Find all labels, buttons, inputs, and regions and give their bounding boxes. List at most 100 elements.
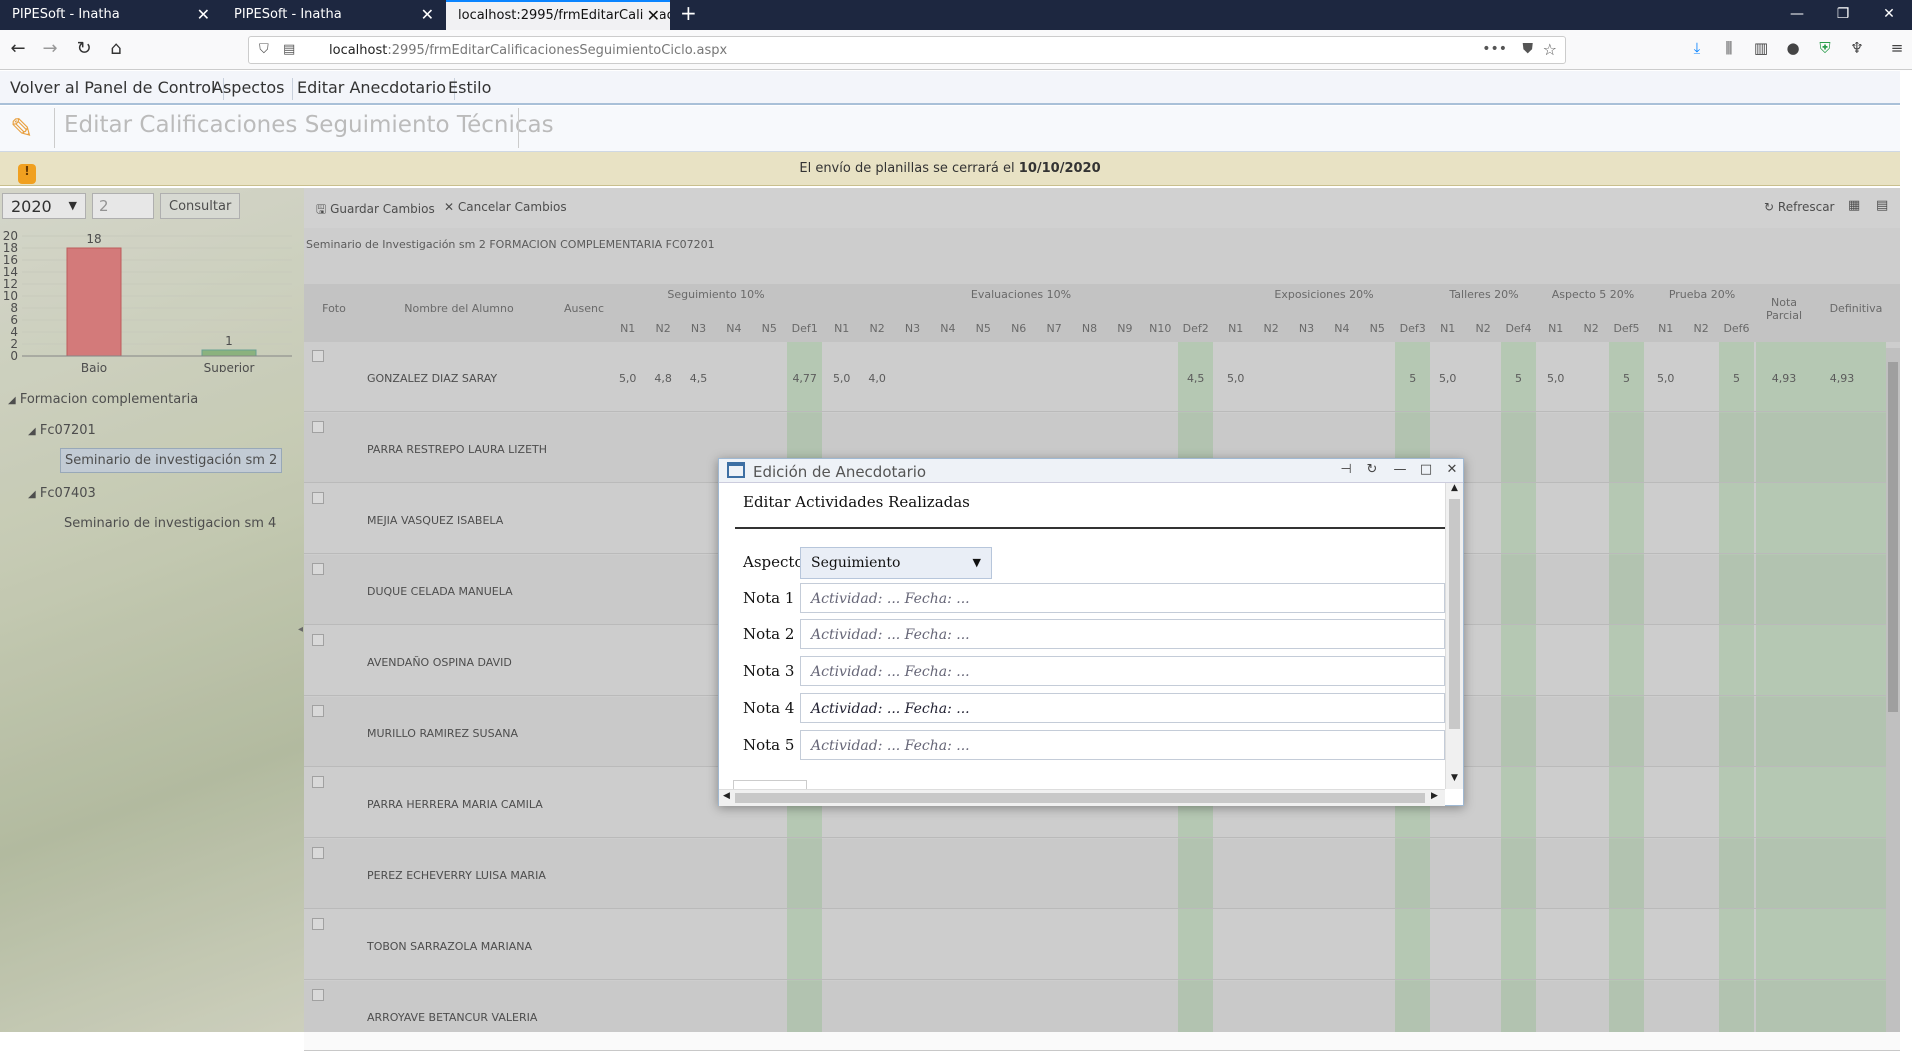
url-bar[interactable]: ⛉ ▤ localhost:2995/frmEditarCalificacion… xyxy=(248,36,1566,64)
grade-cell[interactable]: 5,0 xyxy=(1218,372,1253,385)
grade-cell[interactable]: 4,77 xyxy=(787,372,822,385)
close-window-icon[interactable]: ✕ xyxy=(1866,0,1912,28)
grade-cell[interactable]: 5,0 xyxy=(1538,372,1573,385)
save-changes-button[interactable]: 🖫 Guardar Cambios xyxy=(316,200,435,221)
tree-group-fc07403[interactable]: ◢ Fc07403 xyxy=(28,486,96,501)
browser-tab-active[interactable]: localhost:2995/frmEditarCalificacion ✕ xyxy=(446,0,670,30)
tree-root[interactable]: ◢ Formacion complementaria xyxy=(8,392,198,407)
menu-editar-anecdotario[interactable]: Editar Anecdotario xyxy=(289,78,456,100)
dialog-button-stub[interactable] xyxy=(733,780,807,789)
scroll-up-icon[interactable]: ▲ xyxy=(1446,483,1463,493)
dialog-vscroll-thumb[interactable] xyxy=(1449,499,1460,729)
grade-cell[interactable]: 5,0 xyxy=(1648,372,1683,385)
subheader-def4: Def4 xyxy=(1505,322,1532,335)
left-panel: 2020 ▼ 2 Consultar 20 18 16 14 12 10 8 6 4 2 0 18 Baj… xyxy=(0,188,304,1032)
grid-scrollbar[interactable] xyxy=(1886,348,1900,1032)
dialog-vscroll[interactable]: ▲ ▼ xyxy=(1445,483,1463,789)
grade-cell[interactable]: 5,0 xyxy=(1430,372,1465,385)
student-photo xyxy=(312,350,324,362)
dialog-hscroll-thumb[interactable] xyxy=(735,793,1425,803)
consultar-button[interactable]: Consultar xyxy=(160,193,240,219)
grade-cell[interactable]: 5 xyxy=(1501,372,1536,385)
close-icon[interactable]: ✕ xyxy=(421,0,434,30)
tree-expand-icon[interactable]: ◢ xyxy=(28,489,36,500)
year-select[interactable]: 2020 ▼ xyxy=(2,193,86,219)
sidebar-icon[interactable]: ▥ xyxy=(1750,39,1772,57)
restore-icon[interactable]: ❐ xyxy=(1820,0,1866,28)
tree-expand-icon[interactable]: ◢ xyxy=(28,426,36,437)
grade-cell[interactable]: 5,0 xyxy=(824,372,859,385)
collapse-handle-icon[interactable]: ◂ xyxy=(298,624,303,635)
minimize-icon[interactable]: — xyxy=(1391,462,1409,477)
scroll-down-icon[interactable]: ▼ xyxy=(1446,773,1463,783)
scroll-left-icon[interactable]: ◀ xyxy=(723,791,730,801)
close-icon[interactable]: ✕ xyxy=(1443,462,1461,477)
maximize-icon[interactable]: □ xyxy=(1417,462,1435,477)
table-row[interactable]: PEREZ ECHEVERRY LUISA MARIA xyxy=(304,839,1900,909)
table-row[interactable]: TOBON SARRAZOLA MARIANA xyxy=(304,910,1900,980)
browser-tab-2[interactable]: PIPESoft - Inatha ✕ xyxy=(222,0,444,30)
grid-scroll-thumb[interactable] xyxy=(1888,362,1898,712)
nota4-input[interactable]: Actividad: ... Fecha: ... xyxy=(800,693,1445,723)
extension-icon[interactable]: ♆ xyxy=(1846,39,1868,57)
grade-cell[interactable]: 4,93 xyxy=(1756,372,1812,385)
grade-cell[interactable]: 5 xyxy=(1719,372,1754,385)
new-tab-icon[interactable]: + xyxy=(680,1,697,25)
nota2-input[interactable]: Actividad: ... Fecha: ... xyxy=(800,619,1445,649)
reload-icon[interactable]: ↻ xyxy=(72,38,96,59)
extension-shield-icon[interactable]: ⛨ xyxy=(1814,39,1836,57)
back-icon[interactable]: ← xyxy=(6,38,30,59)
grade-cell[interactable]: 4,8 xyxy=(645,372,680,385)
subheader-n5: N5 xyxy=(1369,322,1385,335)
scroll-right-icon[interactable]: ▶ xyxy=(1431,791,1438,801)
account-icon[interactable]: ● xyxy=(1782,39,1804,57)
close-icon[interactable]: ✕ xyxy=(197,0,210,30)
refresh-button[interactable]: ↻ Refrescar xyxy=(1764,200,1835,214)
nota5-input[interactable]: Actividad: ... Fecha: ... xyxy=(800,730,1445,760)
menu-volver[interactable]: Volver al Panel de Control xyxy=(2,78,225,100)
library-icon[interactable]: ⫼ xyxy=(1718,39,1740,57)
browser-tab-1[interactable]: PIPESoft - Inatha ✕ xyxy=(0,0,220,30)
download-icon[interactable]: ⤓ xyxy=(1686,39,1708,57)
pocket-icon[interactable]: ⛊ xyxy=(1523,41,1534,57)
tree-group-fc07201[interactable]: ◢ Fc07201 xyxy=(28,423,96,438)
pdf-export-icon[interactable]: ▤ xyxy=(1876,198,1888,213)
grade-cell[interactable]: 4,5 xyxy=(1178,372,1213,385)
grade-cell[interactable]: 5,0 xyxy=(610,372,645,385)
table-row[interactable]: ARROYAVE BETANCUR VALERIA xyxy=(304,981,1900,1051)
shield-icon[interactable]: ⛉ xyxy=(259,42,269,57)
grade-cell[interactable]: 4,5 xyxy=(681,372,716,385)
home-icon[interactable]: ⌂ xyxy=(104,38,128,59)
reload-icon[interactable]: ↻ xyxy=(1363,462,1381,477)
aspect-select[interactable]: Seguimiento ▼ xyxy=(800,547,992,579)
grade-cell[interactable]: 4,0 xyxy=(859,372,894,385)
period-input[interactable]: 2 xyxy=(92,193,154,219)
more-icon[interactable]: ••• xyxy=(1482,41,1507,57)
tree-item-seminario-sm4[interactable]: Seminario de investigacion sm 4 xyxy=(64,516,276,531)
table-row[interactable]: GONZALEZ DIAZ SARAY 5,0 4,8 4,5 4,77 5,0 4,0 4,… xyxy=(304,342,1900,412)
warning-message: El envío de planillas se cerrará el xyxy=(799,161,1019,176)
forward-icon[interactable]: → xyxy=(38,38,62,59)
subheader-n1: N1 xyxy=(1228,322,1244,335)
hamburger-menu-icon[interactable]: ≡ xyxy=(1886,39,1908,57)
menu-aspectos[interactable]: Aspectos xyxy=(204,78,294,100)
grade-cell[interactable]: 5 xyxy=(1395,372,1430,385)
close-icon[interactable]: ✕ xyxy=(642,2,660,29)
student-photo xyxy=(312,634,324,646)
cancel-changes-button[interactable]: ✕ Cancelar Cambios xyxy=(444,200,567,214)
grade-cell[interactable]: 5 xyxy=(1609,372,1644,385)
dialog-hscroll[interactable]: ◀ ▶ xyxy=(719,789,1445,806)
menu-estilo[interactable]: Estilo xyxy=(440,78,499,100)
excel-export-icon[interactable]: ▦ xyxy=(1848,198,1860,213)
tab-title: PIPESoft - Inatha xyxy=(12,7,120,22)
minimize-icon[interactable]: — xyxy=(1774,0,1820,28)
bookmark-star-icon[interactable]: ☆ xyxy=(1543,40,1557,59)
page-info-icon[interactable]: ▤ xyxy=(283,42,295,57)
tree-item-seminario-sm2[interactable]: Seminario de investigación sm 2 xyxy=(60,448,283,473)
nota3-input[interactable]: Actividad: ... Fecha: ... xyxy=(800,656,1445,686)
nota1-input[interactable]: Actividad: ... Fecha: ... xyxy=(800,583,1445,613)
subheader-def1: Def1 xyxy=(791,322,818,335)
grade-cell[interactable]: 4,93 xyxy=(1812,372,1872,385)
pin-icon[interactable]: ⊣ xyxy=(1337,462,1355,477)
tree-expand-icon[interactable]: ◢ xyxy=(8,395,16,406)
